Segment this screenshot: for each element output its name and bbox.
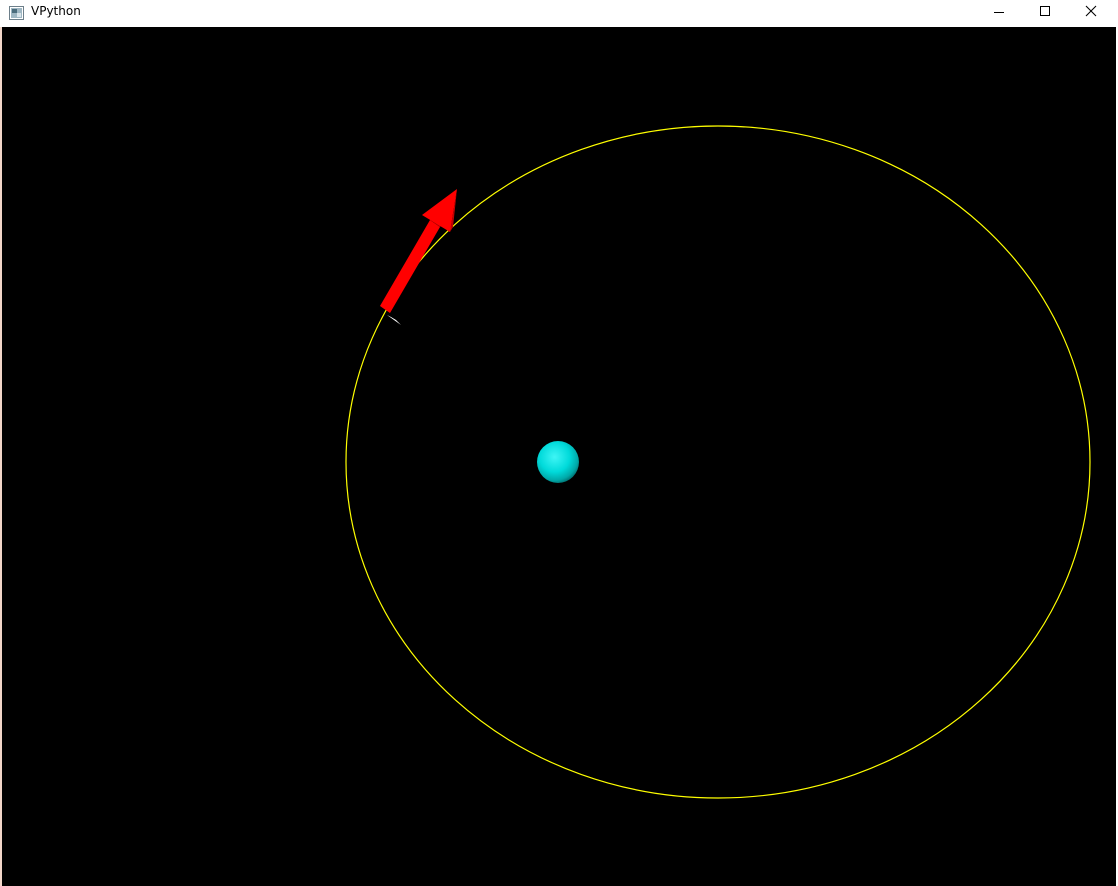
maximize-icon	[1040, 6, 1050, 16]
minimize-icon	[994, 12, 1004, 13]
central-sphere	[537, 441, 579, 483]
close-button[interactable]	[1068, 0, 1114, 26]
window-title: VPython	[31, 4, 81, 18]
close-icon	[1085, 5, 1097, 17]
scene-canvas[interactable]	[2, 27, 1116, 886]
orbiting-body	[387, 315, 401, 325]
velocity-arrow	[380, 189, 457, 313]
scene-svg	[345, 125, 1091, 799]
orbit-trail	[345, 125, 1091, 799]
title-bar[interactable]: VPython	[0, 0, 1118, 26]
app-icon	[9, 5, 24, 20]
maximize-button[interactable]	[1022, 0, 1068, 26]
minimize-button[interactable]	[976, 0, 1022, 26]
vpython-window: VPython	[0, 0, 1118, 886]
